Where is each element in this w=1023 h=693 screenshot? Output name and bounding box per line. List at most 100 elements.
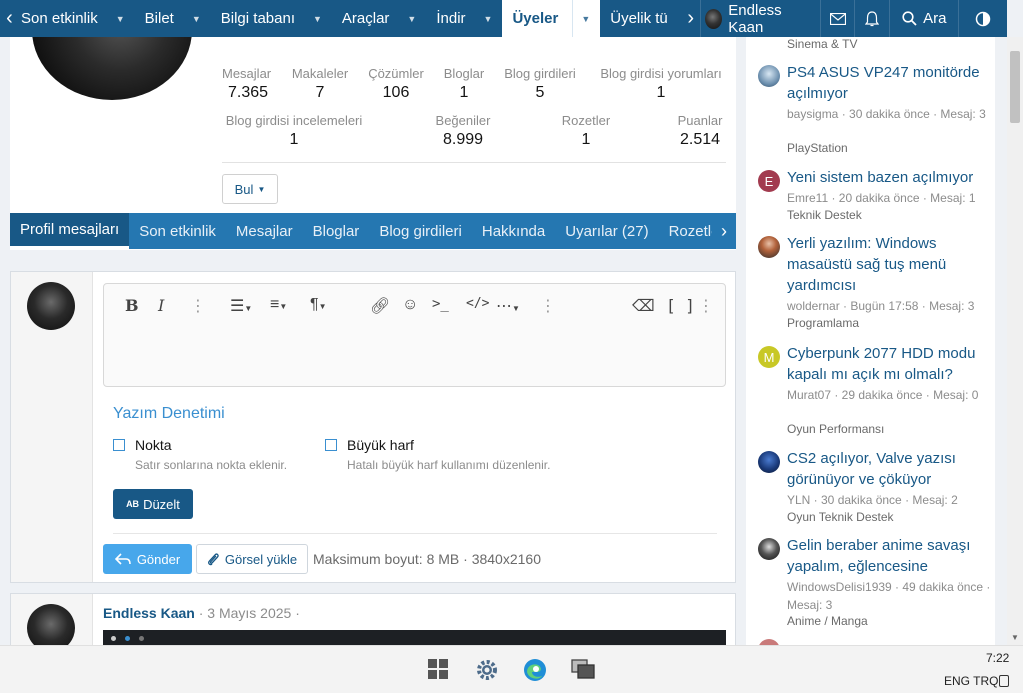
chevron-down-icon[interactable]: ▼ (407, 14, 416, 24)
input-language[interactable]: ENG TRQ (944, 674, 998, 688)
search-icon (902, 11, 917, 26)
search-button[interactable]: Ara (889, 0, 958, 37)
terminal-icon[interactable]: >_ (432, 296, 449, 312)
avatar[interactable] (758, 236, 780, 258)
nav-item-son-etkinlik[interactable]: Son etkinlik ▼ (19, 0, 135, 37)
more-vertical-icon[interactable]: ⋮ (698, 296, 714, 316)
send-button[interactable]: Gönder (103, 544, 192, 574)
thread-category[interactable]: Oyun Performansı (787, 422, 884, 436)
more-horizontal-icon[interactable]: ⋯▼ (496, 296, 520, 316)
post-date: · 3 Mayıs 2025 · (198, 605, 300, 621)
image-upload-button[interactable]: Görsel yükle (196, 544, 308, 574)
avatar[interactable]: M (758, 346, 780, 368)
more-vertical-icon[interactable]: ⋮ (540, 296, 556, 316)
stat-blog-girdileri[interactable]: Blog girdileri 5 (500, 66, 580, 102)
bold-icon[interactable]: B (125, 296, 139, 315)
stat-rozetler[interactable]: Rozetler 1 (554, 113, 618, 149)
eraser-icon[interactable]: ⌫ (632, 296, 655, 316)
thread-title-link[interactable]: Yerli yazılım: Windows masaüstü sağ tuş … (787, 233, 992, 296)
task-view-icon[interactable] (571, 658, 595, 682)
more-vertical-icon[interactable]: ⋮ (190, 296, 206, 316)
thread-category[interactable]: Sinema & TV (787, 37, 857, 51)
tab-uyarilar[interactable]: Uyarılar (27) (555, 213, 658, 249)
stat-blog-girdisi-incelemeleri[interactable]: Blog girdisi incelemeleri 1 (222, 113, 366, 149)
tab-bloglar[interactable]: Bloglar (303, 213, 370, 249)
chevron-down-icon[interactable]: ▼ (484, 14, 493, 24)
tab-mesajlar[interactable]: Mesajlar (226, 213, 303, 249)
user-menu[interactable]: Endless Kaan (700, 0, 820, 37)
inbox-icon[interactable] (819, 0, 855, 37)
thread-category[interactable]: Programlama (787, 316, 859, 330)
stat-makaleler[interactable]: Makaleler 7 (290, 66, 350, 102)
list-icon[interactable]: ☰▼ (230, 296, 252, 316)
stat-begeniler[interactable]: Beğeniler 8.999 (426, 113, 500, 149)
paragraph-icon[interactable]: ¶▼ (310, 296, 327, 314)
italic-icon[interactable]: I (158, 296, 164, 315)
avatar[interactable] (758, 451, 780, 473)
nav-item-bilgi-tabani[interactable]: Bilgi tabanı ▼ (211, 0, 332, 37)
link-icon[interactable]: 🔗︎ (370, 296, 390, 316)
chevron-down-icon[interactable]: ▼ (116, 14, 125, 24)
code-icon[interactable]: </> (466, 296, 489, 311)
post-author-line: Endless Kaan · 3 Mayıs 2025 · (103, 605, 300, 621)
paperclip-icon (207, 553, 219, 566)
avatar[interactable] (758, 65, 780, 87)
theme-toggle-icon[interactable] (958, 0, 1007, 37)
buyuk-harf-checkbox[interactable]: Büyük harf (325, 437, 414, 453)
stat-mesajlar[interactable]: Mesajlar 7.365 (222, 66, 274, 102)
nokta-checkbox[interactable]: Nokta (113, 437, 172, 453)
thread-category[interactable]: Anime / Manga (787, 614, 868, 628)
stat-cozumler[interactable]: Çözümler 106 (366, 66, 426, 102)
tab-son-etkinlik[interactable]: Son etkinlik (129, 213, 226, 249)
thread-category[interactable]: Teknik Destek (787, 208, 862, 222)
chevron-down-icon[interactable]: ▼ (192, 14, 201, 24)
tabs-scroll-right-icon[interactable]: › (712, 213, 736, 249)
edge-browser-icon[interactable] (523, 658, 547, 682)
stat-puanlar[interactable]: Puanlar 2.514 (674, 113, 726, 149)
nav-item-araclar[interactable]: Araçlar ▼ (332, 0, 426, 37)
nav-item-uyeler[interactable]: Üyeler ▼ (502, 0, 601, 37)
tab-hakkinda[interactable]: Hakkında (472, 213, 555, 249)
thread-title-link[interactable]: CS2 açılıyor, Valve yazısı görünüyor ve … (787, 448, 992, 490)
smiley-icon[interactable]: ☺ (402, 296, 418, 314)
scroll-down-icon[interactable]: ▼ (1011, 633, 1019, 642)
scrollbar-thumb[interactable] (1010, 51, 1020, 123)
author-link[interactable]: Endless Kaan (103, 605, 195, 621)
find-button[interactable]: Bul ▼ (222, 174, 278, 204)
nav-scroll-left-icon[interactable]: ‹ (0, 0, 19, 37)
tab-blog-girdileri[interactable]: Blog girdileri (369, 213, 472, 249)
profile-message-editor: B I ⋮ ☰▼ ≡▼ ¶▼ 🔗︎ ☺ >_ </> ⋯▼ ⋮ ⌫ [ ] ⋮ … (10, 271, 736, 583)
stat-bloglar[interactable]: Bloglar 1 (440, 66, 488, 102)
tab-profil-mesajlari[interactable]: Profil mesajları (10, 213, 130, 249)
align-icon[interactable]: ≡▼ (270, 296, 287, 314)
chevron-down-icon[interactable]: ▼ (572, 0, 590, 37)
chevron-down-icon: ▼ (257, 184, 266, 194)
thread-title-link[interactable]: Cyberpunk 2077 HDD modu kapalı mı açık m… (787, 343, 992, 385)
avatar[interactable] (758, 538, 780, 560)
stat-blog-girdisi-yorumlari[interactable]: Blog girdisi yorumları 1 (596, 66, 726, 102)
brackets-icon[interactable]: [ ] (666, 296, 695, 315)
chevron-down-icon[interactable]: ▼ (313, 14, 322, 24)
reply-icon (114, 553, 131, 565)
page-scrollbar[interactable]: ▼ (1007, 37, 1023, 645)
clock-time[interactable]: 7:22 (986, 651, 1009, 665)
bell-icon[interactable] (854, 0, 889, 37)
nav-item-uyelik[interactable]: Üyelik tü (600, 0, 681, 37)
thread-title-link[interactable]: PS4 ASUS VP247 monitörde açılmıyor (787, 62, 992, 104)
windows-start-icon[interactable] (427, 658, 451, 682)
message-editor-box[interactable]: B I ⋮ ☰▼ ≡▼ ¶▼ 🔗︎ ☺ >_ </> ⋯▼ ⋮ ⌫ [ ] ⋮ (103, 283, 726, 387)
nav-scroll-right-icon[interactable]: › (681, 0, 700, 37)
max-size-info: Maksimum boyut: 8 MB · 3840x2160 (313, 551, 541, 567)
notification-icon[interactable] (999, 675, 1009, 687)
spellcheck-icon: AB (126, 499, 140, 509)
thread-category[interactable]: PlayStation (787, 141, 848, 155)
profile-post: Endless Kaan · 3 Mayıs 2025 · (10, 593, 736, 654)
avatar[interactable]: E (758, 170, 780, 192)
thread-category[interactable]: Oyun Teknik Destek (787, 510, 894, 524)
settings-gear-icon[interactable] (475, 658, 499, 682)
fix-button[interactable]: AB Düzelt (113, 489, 193, 519)
nav-item-bilet[interactable]: Bilet ▼ (135, 0, 211, 37)
thread-title-link[interactable]: Yeni sistem bazen açılmıyor (787, 167, 992, 188)
thread-title-link[interactable]: Gelin beraber anime savaşı yapalım, eğle… (787, 535, 992, 577)
nav-item-indir[interactable]: İndir ▼ (426, 0, 502, 37)
